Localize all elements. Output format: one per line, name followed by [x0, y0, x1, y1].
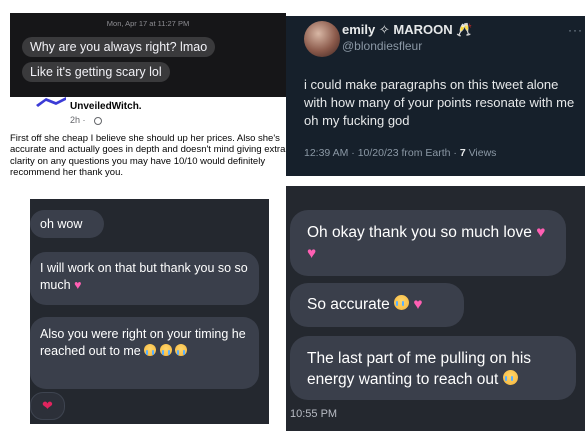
chat-panel-large: Oh okay thank you so much love ♥ ♥ So ac… — [286, 186, 585, 431]
message-text: I will work on that but thank you so so … — [40, 261, 248, 292]
crying-face-icon — [175, 344, 188, 356]
message-bubble: So accurate ♥ — [290, 283, 464, 327]
message-bubble: Oh okay thank you so much love ♥ ♥ — [290, 210, 566, 276]
message-text: So accurate — [307, 296, 390, 313]
crying-face-icon — [394, 295, 410, 310]
imessage-panel: Mon, Apr 17 at 11:27 PM Why are you alwa… — [10, 13, 286, 97]
message-timestamp: 10:55 PM — [290, 408, 338, 420]
tweet-meta: 12:39 AM · 10/20/23 from Earth · 7 Views — [304, 147, 496, 159]
profile-badge-icon — [36, 97, 66, 107]
chat-panel-small: oh wow I will work on that but thank you… — [30, 199, 269, 424]
reviewer-name[interactable]: UnveiledWitch. — [70, 101, 142, 112]
crying-face-icon — [159, 344, 172, 356]
tweet-text: i could make paragraphs on this tweet al… — [304, 77, 575, 128]
crying-face-icon — [502, 370, 518, 385]
message-text: oh wow — [40, 217, 83, 231]
post-time[interactable]: 2h · — [70, 115, 86, 125]
views-label: Views — [465, 147, 497, 159]
heart-reaction-icon[interactable]: ❤ — [30, 392, 65, 420]
user-handle[interactable]: @blondiesfleur — [342, 39, 422, 53]
message-bubble: Also you were right on your timing he re… — [30, 317, 259, 389]
pink-heart-icon: ♥ — [74, 278, 82, 292]
display-name[interactable]: emily ✧ MAROON 🥂 — [342, 22, 472, 38]
message-bubble: I will work on that but thank you so so … — [30, 252, 259, 305]
avatar[interactable] — [304, 21, 340, 57]
message-bubble: Like it's getting scary lol — [22, 62, 170, 82]
tweet-time[interactable]: 12:39 AM · 10/20/23 from Earth · — [304, 147, 460, 159]
globe-icon — [94, 117, 102, 125]
message-text: The last part of me pulling on his energ… — [307, 350, 532, 388]
message-timestamp: Mon, Apr 17 at 11:27 PM — [106, 19, 190, 28]
pink-heart-icon: ♥ — [413, 296, 423, 313]
message-bubble: The last part of me pulling on his energ… — [290, 336, 576, 400]
message-bubble: oh wow — [30, 210, 104, 238]
message-bubble: Why are you always right? lmao — [22, 37, 216, 57]
tweet-panel: emily ✧ MAROON 🥂 @blondiesfleur ··· i co… — [286, 16, 585, 176]
more-options-icon[interactable]: ··· — [568, 23, 583, 37]
message-text: Also you were right on your timing he re… — [40, 327, 246, 358]
review-panel: UnveiledWitch. 2h · First off she cheap … — [10, 97, 286, 185]
crying-face-icon — [144, 344, 157, 356]
message-text: Oh okay thank you so much love — [307, 224, 532, 241]
review-text: First off she cheap I believe she should… — [10, 133, 286, 178]
